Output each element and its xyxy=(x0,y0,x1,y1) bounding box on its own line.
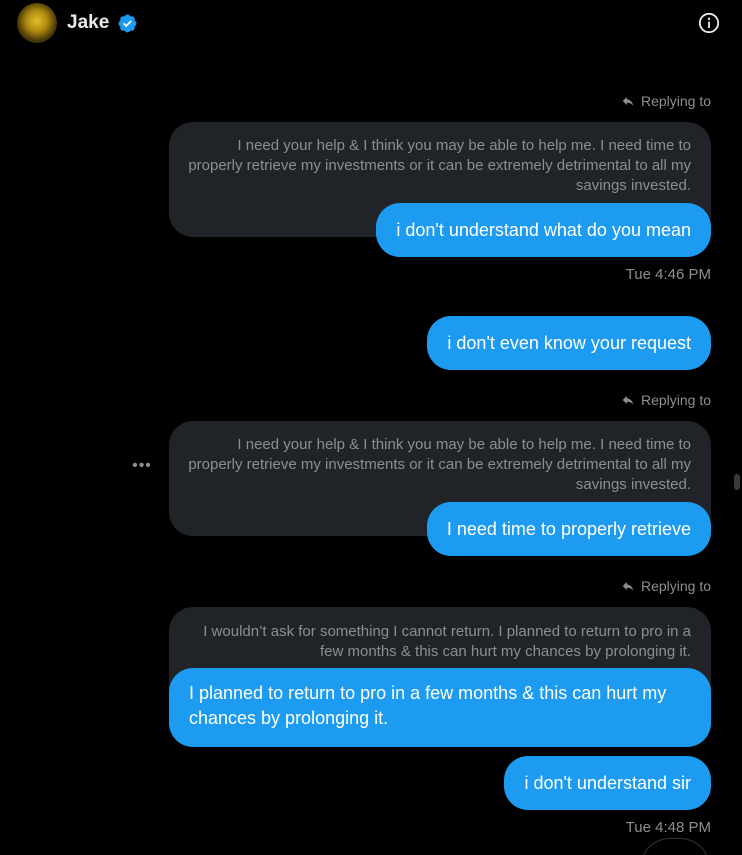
replying-to-label: Replying to xyxy=(621,392,711,408)
message-timestamp: Tue 4:48 PM xyxy=(625,819,711,836)
scrollbar-track[interactable] xyxy=(731,48,742,855)
replying-to-label: Replying to xyxy=(621,578,711,594)
sent-message[interactable]: i don't understand what do you mean xyxy=(376,203,711,257)
scrollbar-thumb[interactable] xyxy=(734,474,740,490)
replying-to-label: Replying to xyxy=(621,93,711,109)
contact-name[interactable]: Jake xyxy=(67,12,109,34)
avatar[interactable] xyxy=(17,3,57,43)
quoted-message-text: I wouldn’t ask for something I cannot re… xyxy=(203,623,691,660)
message-timestamp: Tue 4:46 PM xyxy=(625,266,711,283)
quoted-message-text: I need your help & I think you may be ab… xyxy=(188,436,691,493)
reply-label-text: Replying to xyxy=(640,392,711,408)
sent-message[interactable]: I planned to return to pro in a few mont… xyxy=(169,668,711,747)
reply-arrow-icon xyxy=(622,395,634,405)
quoted-message-text: I need your help & I think you may be ab… xyxy=(188,137,691,194)
scroll-to-bottom-button[interactable] xyxy=(640,838,710,855)
sent-message[interactable]: i don't even know your request xyxy=(427,316,711,370)
verified-badge-icon xyxy=(118,14,137,33)
reply-arrow-icon xyxy=(622,581,634,591)
sent-message[interactable]: i don't understand sir xyxy=(504,756,711,810)
reply-label-text: Replying to xyxy=(640,578,711,594)
reply-arrow-icon xyxy=(622,96,634,106)
info-icon[interactable] xyxy=(698,12,720,34)
dm-conversation: Jake Replying to I need your help & I th… xyxy=(0,0,742,855)
conversation-header: Jake xyxy=(0,0,742,48)
more-options-icon[interactable]: ••• xyxy=(131,458,153,474)
sent-message[interactable]: I need time to properly retrieve xyxy=(426,502,711,556)
reply-label-text: Replying to xyxy=(640,93,711,109)
